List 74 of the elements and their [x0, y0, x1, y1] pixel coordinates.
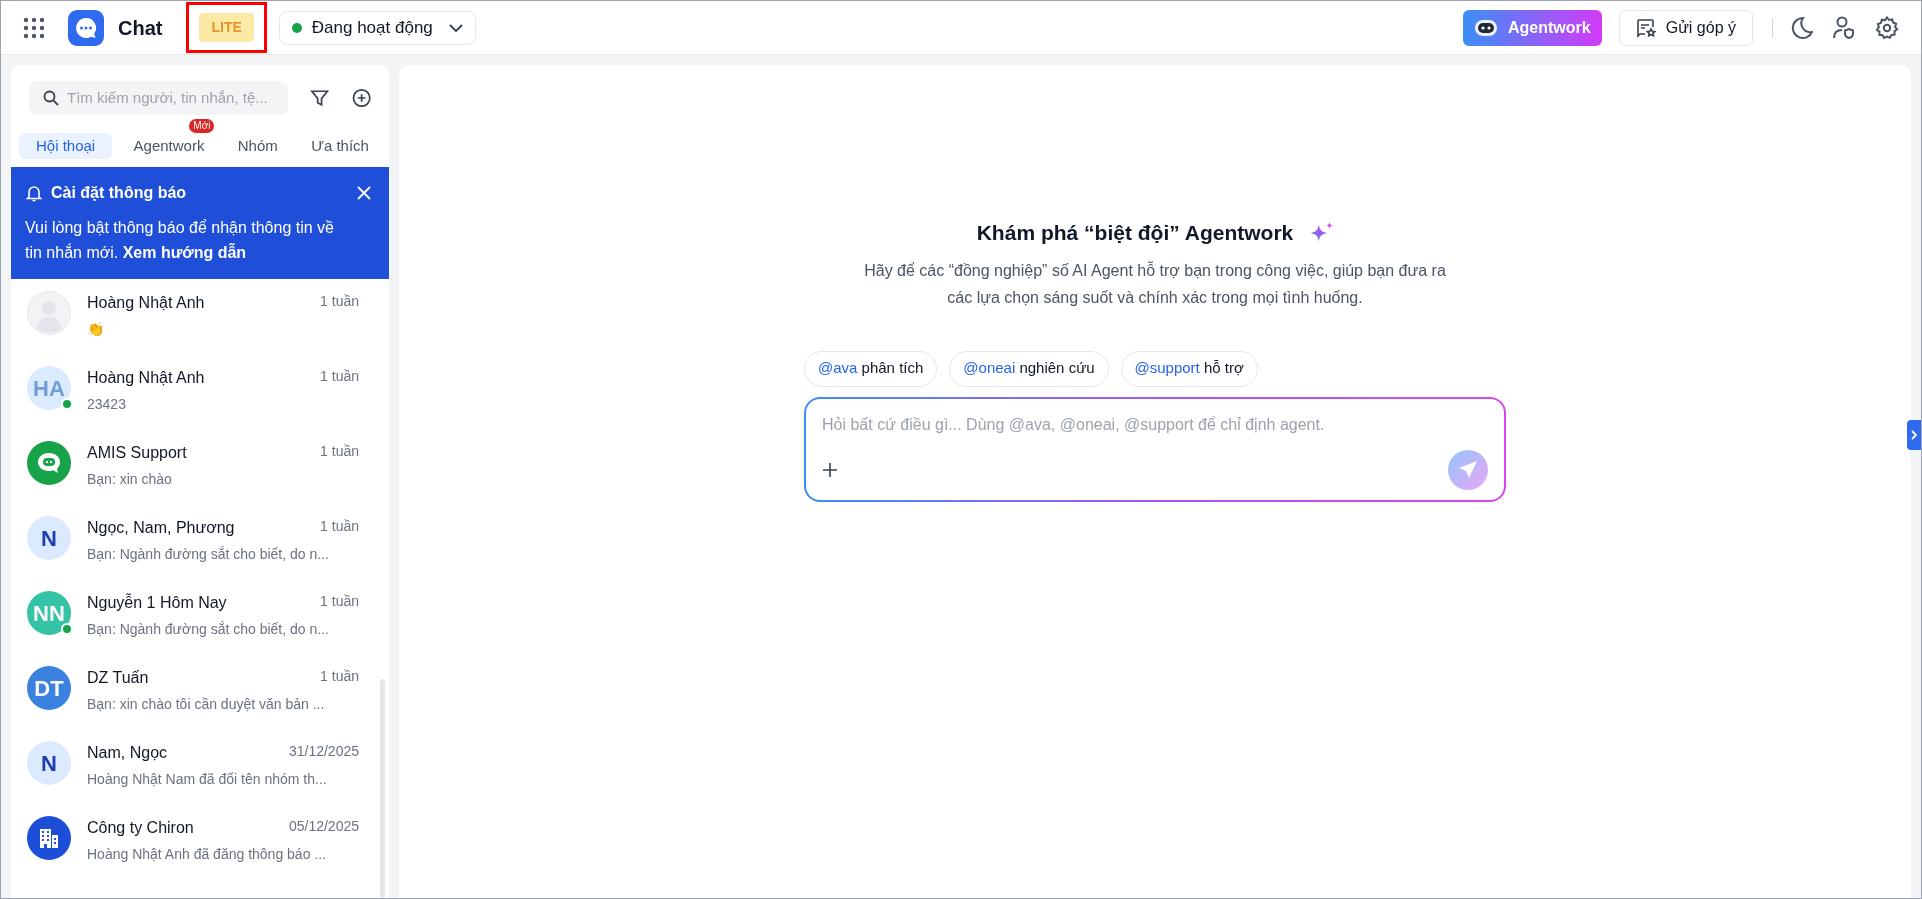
avatar: HA: [27, 366, 71, 410]
app-title: Chat: [118, 15, 163, 41]
tab[interactable]: Ưa thích: [299, 133, 381, 159]
tab[interactable]: Agentwork: [121, 133, 217, 159]
message-preview: Bạn: Ngành đường sắt cho biết, do n...: [87, 545, 329, 564]
message-preview: 👏: [87, 320, 104, 339]
message-preview: Bạn: xin chào: [87, 470, 172, 489]
contact-name: Hoàng Nhật Anh: [87, 368, 205, 388]
avatar: DT: [27, 666, 71, 710]
conversation-item[interactable]: AMIS Support 1 tuần Bạn: xin chào: [11, 433, 389, 508]
contact-name: Hoàng Nhật Anh: [87, 293, 205, 313]
plus-icon[interactable]: [822, 461, 838, 478]
agentwork-button[interactable]: Agentwork: [1463, 9, 1602, 46]
app-grid-icon[interactable]: [23, 16, 45, 39]
settings-icon[interactable]: [1875, 15, 1899, 40]
moon-icon[interactable]: [1791, 15, 1813, 40]
conversation-item[interactable]: N Ngọc, Nam, Phương 1 tuần Bạn: Ngành đường sắt cho biết, do n...: [11, 508, 389, 583]
message-time: 05/12/2025: [288, 817, 359, 836]
message-time: 1 tuần: [320, 292, 359, 311]
robot-icon: [1474, 18, 1499, 37]
contact-name: Công ty Chiron: [87, 818, 194, 838]
contact-name: Nguyễn 1 Hôm Nay: [87, 592, 227, 613]
conversation-item[interactable]: Công ty Chiron 05/12/2025 Hoàng Nhật Anh đã đăng thông báo ...: [11, 808, 389, 883]
avatar: N: [27, 516, 71, 560]
plan-badge: LITE: [199, 13, 254, 42]
message-preview: Bạn: Ngành đường sắt cho biết, do n...: [87, 620, 329, 639]
add-circle-icon[interactable]: [351, 88, 371, 108]
user-shield-icon[interactable]: [1833, 15, 1855, 40]
message-time: 1 tuần: [320, 367, 359, 386]
filter-icon[interactable]: [310, 88, 330, 108]
search-icon: [43, 90, 59, 106]
conversation-item[interactable]: DT DZ Tuấn 1 tuần Bạn: xin chào tôi cần duyệt văn bản ...: [11, 658, 389, 733]
banner-title: Cài đặt thông báo: [51, 183, 187, 203]
chevron-down-icon: [448, 23, 463, 32]
contact-name: AMIS Support: [87, 443, 187, 463]
conversation-item[interactable]: HA Hoàng Nhật Anh 1 tuần 23423: [11, 358, 389, 433]
chat-bubble-icon: [68, 9, 104, 46]
avatar: N: [27, 741, 71, 785]
message-preview: 23423: [87, 395, 126, 414]
new-badge: Mới: [189, 119, 215, 133]
message-time: 1 tuần: [320, 442, 359, 461]
scrollbar[interactable]: [380, 679, 385, 898]
chevron-right-icon: [1911, 430, 1917, 440]
message-preview: Hoàng Nhật Anh đã đăng thông báo ...: [87, 845, 326, 864]
feedback-icon: [1635, 17, 1656, 38]
panel-toggle-button[interactable]: [1907, 420, 1921, 450]
tab[interactable]: Hội thoại: [19, 133, 113, 159]
close-icon[interactable]: [357, 186, 371, 200]
bell-icon: [25, 184, 43, 202]
prompt-box[interactable]: Hỏi bất cứ điều gì... Dùng @ava, @oneai, @support để chỉ định agent.: [804, 396, 1506, 502]
message-preview: Bạn: xin chào tôi cần duyệt văn bản ...: [87, 695, 325, 714]
banner-message: Vui lòng bật thông báo để nhận thông tin về tin nhắn mới. Xem hướng dẫn: [25, 218, 335, 263]
chat-bubble-icon: [36, 451, 62, 475]
heading: Khám phá “biệt đội” Agentwork: [976, 220, 1294, 246]
conversation-item[interactable]: NN Nguyễn 1 Hôm Nay 1 tuần Bạn: Ngành đường sắt cho biết, do n...: [11, 583, 389, 658]
message-time: 31/12/2025: [288, 742, 359, 761]
contact-name: Ngọc, Nam, Phương: [87, 518, 235, 538]
contact-name: Nam, Ngọc: [87, 743, 168, 763]
search-field[interactable]: Tìm kiếm người, tin nhắn, tệ...: [29, 81, 289, 115]
message-time: 1 tuần: [320, 517, 359, 536]
tab[interactable]: Nhóm: [225, 133, 290, 159]
status-dropdown[interactable]: Đang hoạt động: [278, 10, 476, 45]
description: Hãy để các “đồng nghiệp” số AI Agent hỗ trợ bạn trong công việc, giúp bạn đưa ra các lựa chọn sáng suốt và chính xác trong mọi tình huống.: [863, 260, 1447, 308]
avatar: [27, 291, 71, 335]
message-time: 1 tuần: [320, 592, 359, 611]
building-icon: [38, 827, 60, 849]
guide-link[interactable]: Xem hướng dẫn: [122, 244, 247, 261]
feedback-button[interactable]: Gửi góp ý: [1618, 9, 1753, 46]
contact-name: DZ Tuấn: [87, 668, 149, 688]
message-preview: Hoàng Nhật Nam đã đổi tên nhóm th...: [87, 770, 327, 789]
avatar: NN: [27, 591, 71, 635]
conversation-item[interactable]: Hoàng Nhật Anh 1 tuần 👏: [11, 283, 389, 358]
message-time: 1 tuần: [320, 667, 359, 686]
conversation-item[interactable]: N Nam, Ngọc 31/12/2025 Hoàng Nhật Nam đã đổi tên nhóm th...: [11, 733, 389, 808]
